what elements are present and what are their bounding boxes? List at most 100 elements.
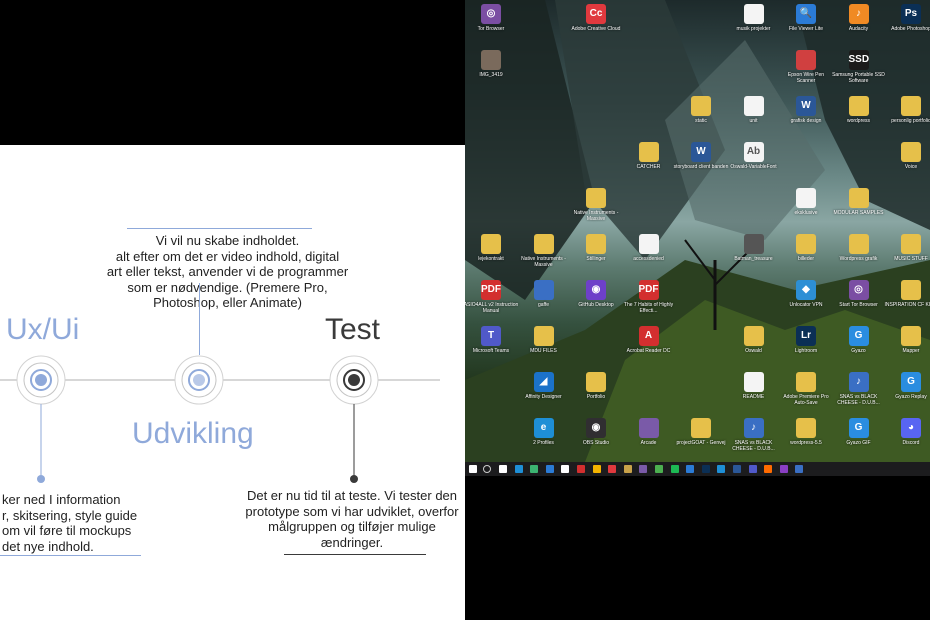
taskbar-app-icon[interactable]: [530, 465, 539, 473]
app-icon: ♪: [848, 372, 869, 392]
desktop-icon[interactable]: MUSIC STUFF: [883, 234, 930, 278]
desktop-icon[interactable]: eksklusive: [778, 188, 834, 232]
desktop-icon-label: billeder: [797, 256, 815, 262]
desktop-icon[interactable]: Wordpress grafik: [831, 234, 887, 278]
desktop-icon[interactable]: A Acrobat Reader DC: [621, 326, 677, 370]
desktop-icon[interactable]: MDU FILES: [516, 326, 572, 370]
desktop-icon[interactable]: Ps Adobe Photoshop: [883, 4, 930, 48]
app-icon: [796, 50, 816, 70]
desktop-icon-label: Epson Wire Pen Scanner: [787, 72, 825, 84]
uxui-description: ker ned I information r, skitsering, sty…: [2, 492, 138, 554]
desktop-icon[interactable]: 🔍 File Viewer Lite: [778, 4, 834, 48]
desktop-icon[interactable]: Voice: [883, 142, 930, 186]
desktop-icon[interactable]: unit: [726, 96, 782, 140]
desktop-icon[interactable]: Wgrafisk design: [778, 96, 834, 140]
desktop-icon[interactable]: Arcade: [621, 418, 677, 462]
desktop-icon[interactable]: G Gyazo GIF: [831, 418, 887, 462]
search-icon[interactable]: [483, 465, 491, 473]
app-icon: ◎: [848, 280, 869, 300]
folder-icon: [848, 188, 869, 208]
desktop-icon[interactable]: Epson Wire Pen Scanner: [778, 50, 834, 94]
desktop-icon[interactable]: Native Instruments - Massive: [568, 188, 624, 232]
desktop-icon[interactable]: accessdenied: [621, 234, 677, 278]
desktop-icon[interactable]: ◎ Tor Browser: [465, 4, 519, 48]
taskbar-app-icon[interactable]: [764, 465, 773, 473]
desktop-icon[interactable]: musik projekter: [726, 4, 782, 48]
screen: Vi vil nu skabe indholdet. alt efter om …: [0, 0, 930, 620]
taskbar-app-icon[interactable]: [733, 465, 741, 473]
desktop-icon-label: musik projekter: [736, 26, 771, 32]
desktop-icon[interactable]: G Gyazo Replay: [883, 372, 930, 416]
desktop-icon[interactable]: Ab Oswald-VariableFont: [726, 142, 782, 186]
app-icon: G: [848, 326, 869, 346]
desktop-icon[interactable]: ◎ Start Tor Browser: [831, 280, 887, 324]
desktop-icon[interactable]: ♪ SNAS vs BLACK CHEESE - D.U.B...: [831, 372, 887, 416]
desktop-icon[interactable]: ◕ Discord: [883, 418, 930, 462]
desktop-icon[interactable]: ◢ Affinity Designer: [516, 372, 572, 416]
desktop-icon[interactable]: ♪ Audacity: [831, 4, 887, 48]
taskbar-app-icon[interactable]: [670, 465, 679, 473]
folder-icon: [743, 326, 764, 346]
desktop-icon[interactable]: projectGOAT - Genvej: [673, 418, 729, 462]
taskbar-app-icon[interactable]: [795, 465, 804, 473]
desktop-icon-label: INSPIRATION CF KIND: [884, 302, 930, 308]
taskbar-app-icon[interactable]: [639, 465, 648, 473]
desktop-icon[interactable]: ◉ OBS Studio: [568, 418, 624, 462]
taskbar-app-icon[interactable]: [499, 465, 507, 473]
taskbar-app-icon[interactable]: [717, 465, 726, 473]
taskbar-app-icon[interactable]: [592, 465, 601, 473]
taskbar-app-icon[interactable]: [545, 465, 554, 473]
taskbar-app-icon[interactable]: [701, 465, 710, 473]
desktop-icon[interactable]: Stillinger: [568, 234, 624, 278]
taskbar-app-icon[interactable]: [779, 465, 788, 473]
desktop-icon[interactable]: INSPIRATION CF KIND: [883, 280, 930, 324]
app-icon: G: [901, 372, 921, 392]
taskbar-app-icon[interactable]: [623, 465, 632, 473]
desktop-icon[interactable]: gaffe: [516, 280, 572, 324]
taskbar-app-icon[interactable]: [748, 465, 757, 473]
desktop-icon[interactable]: wordpress-5.5: [778, 418, 834, 462]
desktop-icon[interactable]: PDF ASIO4ALL v2 Instruction Manual: [465, 280, 519, 324]
desktop-icon[interactable]: Adobe Premiere Pro Auto-Save: [778, 372, 834, 416]
desktop-icon[interactable]: ◆ Unlocator VPN: [778, 280, 834, 324]
desktop-icon[interactable]: Native Instruments - Massive: [516, 234, 572, 278]
desktop-icon[interactable]: Lr Lightroom: [778, 326, 834, 370]
app-icon: [638, 418, 659, 438]
desktop-icon[interactable]: Mapper: [883, 326, 930, 370]
desktop-icon[interactable]: Wstoryboard client banden: [673, 142, 729, 186]
desktop-icon[interactable]: ♪ SNAS vs BLACK CHEESE - D.U.B...: [726, 418, 782, 462]
desktop-icon[interactable]: personlig portfolio: [883, 96, 930, 140]
desktop-icon[interactable]: SSD Samsung Portable SSD Software: [831, 50, 887, 94]
desktop-icon[interactable]: Portfolio: [568, 372, 624, 416]
taskbar-app-icon[interactable]: [577, 465, 585, 473]
desktop-icon[interactable]: IMG_3419: [465, 50, 519, 94]
desktop-icon[interactable]: MODULAR SAMPLES: [831, 188, 887, 232]
desktop-icon[interactable]: Oswald: [726, 326, 782, 370]
folder-icon: [848, 96, 869, 116]
start-button[interactable]: [469, 465, 477, 473]
desktop-icon-label: eksklusive: [794, 210, 818, 216]
desktop-icon[interactable]: static: [673, 96, 729, 140]
desktop-icon[interactable]: Batman_treasure: [726, 234, 782, 278]
app-icon: W: [691, 142, 711, 162]
desktop-icon[interactable]: CATCHER: [621, 142, 677, 186]
folder-icon: [901, 142, 921, 162]
taskbar-app-icon[interactable]: [608, 465, 617, 473]
desktop-icon[interactable]: T Microsoft Teams: [465, 326, 519, 370]
taskbar-app-icon[interactable]: [514, 465, 523, 473]
desktop-icon-label: lejekontrakt: [478, 256, 504, 262]
desktop-icon[interactable]: ◉ GitHub Desktop: [568, 280, 624, 324]
taskbar-app-icon[interactable]: [655, 465, 663, 473]
desktop-icon[interactable]: billeder: [778, 234, 834, 278]
desktop-icon[interactable]: e 2 Profiles: [516, 418, 572, 462]
desktop-icon[interactable]: README: [726, 372, 782, 416]
desktop-icon[interactable]: PDF The 7 Habits of Highly Effecti...: [621, 280, 677, 324]
desktop-icon[interactable]: G Gyazo: [831, 326, 887, 370]
taskbar-app-icon[interactable]: [561, 465, 570, 473]
folder-icon: [586, 188, 606, 208]
desktop-icon-label: Lightroom: [794, 348, 818, 354]
desktop-icon[interactable]: Cc Adobe Creative Cloud: [568, 4, 624, 48]
taskbar-app-icon[interactable]: [686, 465, 695, 473]
desktop-icon[interactable]: lejekontrakt: [465, 234, 519, 278]
desktop-icon[interactable]: wordpress: [831, 96, 887, 140]
